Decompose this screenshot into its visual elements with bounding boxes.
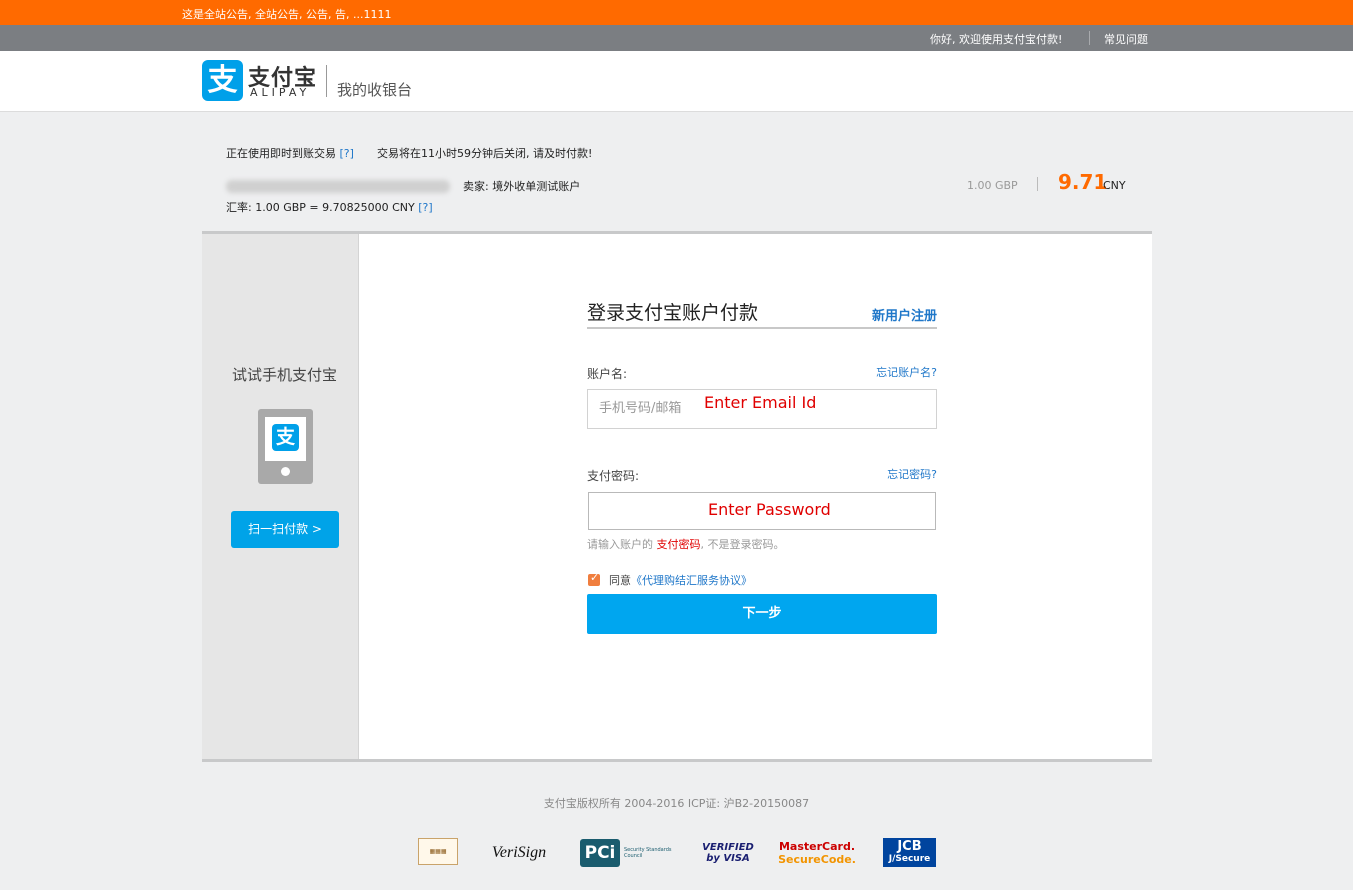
header-divider xyxy=(326,65,327,97)
mobile-pay-title: 试试手机支付宝 xyxy=(231,366,337,384)
login-form-title: 登录支付宝账户付款 xyxy=(587,302,759,324)
verisign-badge: VeriSign xyxy=(491,844,547,861)
alipay-logo-icon[interactable]: 支 xyxy=(202,60,243,101)
copyright: 支付宝版权所有 2004-2016 ICP证: 沪B2-20150087 xyxy=(543,797,810,810)
phone-screen: 支 xyxy=(265,417,306,461)
seller-name: 卖家: 境外收单测试账户 xyxy=(463,180,581,193)
forgot-account-link[interactable]: 忘记账户名? xyxy=(876,364,937,380)
certificate-badge-icon: ▦▦▦ xyxy=(418,838,458,865)
announcement-bar: 这是全站公告, 全站公告, 公告, 告, ...1111 xyxy=(0,0,1353,25)
visa-line-2: by VISA xyxy=(706,853,750,864)
amount-divider xyxy=(1037,177,1038,191)
mc-line-2: SecureCode. xyxy=(778,853,856,866)
greeting-text: 你好, 欢迎使用支付宝付款! xyxy=(930,33,1063,46)
verified-by-visa-badge: VERIFIED by VISA xyxy=(702,838,754,868)
register-link[interactable]: 新用户注册 xyxy=(872,305,937,324)
jcb-line-1: JCB xyxy=(897,838,922,854)
account-input-placeholder: 手机号码/邮箱 xyxy=(599,401,682,416)
mobile-pay-panel: 试试手机支付宝 支 扫一扫付款 > xyxy=(202,234,359,759)
page-title: 我的收银台 xyxy=(337,81,413,99)
transaction-help-link[interactable]: [?] xyxy=(340,147,354,160)
password-hint-prefix: 请输入账户的 xyxy=(587,538,657,551)
transaction-mode-text: 正在使用即时到账交易 xyxy=(226,147,336,160)
jcb-jsecure-badge: JCB J/Secure xyxy=(883,838,936,867)
title-divider xyxy=(587,327,937,329)
buyer-email-redacted xyxy=(226,180,450,193)
password-label: 支付密码: xyxy=(587,469,640,483)
payment-card: 试试手机支付宝 支 扫一扫付款 > 登录支付宝账户付款 新用户注册 账户名: 忘… xyxy=(202,231,1152,762)
agreement-link[interactable]: 《代理购结汇服务协议》 xyxy=(631,574,752,587)
password-hint-emphasis: 支付密码 xyxy=(656,538,701,551)
exchange-rate: 汇率: 1.00 GBP = 9.70825000 CNY [?] xyxy=(226,199,433,215)
amount-cny: 9.71 xyxy=(1058,170,1108,194)
top-bar: 你好, 欢迎使用支付宝付款! 常见问题 xyxy=(0,25,1353,51)
checkmark-icon: ✓ xyxy=(590,571,600,584)
phone-home-button xyxy=(281,467,290,476)
forgot-password-link[interactable]: 忘记密码? xyxy=(887,466,937,482)
phone-icon: 支 xyxy=(258,409,313,484)
rate-help-link[interactable]: [?] xyxy=(418,201,432,214)
jcb-line-2: J/Secure xyxy=(888,853,931,864)
login-form: 登录支付宝账户付款 新用户注册 账户名: 忘记账户名? 手机号码/邮箱 Ente… xyxy=(587,234,937,759)
agreement-prefix: 同意 xyxy=(609,574,631,587)
announcement-text: 这是全站公告, 全站公告, 公告, 告, ...1111 xyxy=(182,8,392,21)
pci-logo: PCi xyxy=(580,839,620,867)
mc-line-1: MasterCard. xyxy=(778,840,856,853)
amount-gbp: 1.00 GBP xyxy=(967,179,1018,192)
top-bar-divider xyxy=(1089,31,1090,45)
header: 支 支付宝 ALIPAY 我的收银台 xyxy=(0,51,1353,112)
account-label: 账户名: xyxy=(587,367,628,381)
password-hint: 请输入账户的 支付密码, 不是登录密码。 xyxy=(587,536,785,552)
faq-link[interactable]: 常见问题 xyxy=(1104,31,1148,47)
amount-currency: CNY xyxy=(1103,179,1126,192)
pci-badge: PCi Security Standards Council xyxy=(578,838,676,868)
next-step-button[interactable]: 下一步 xyxy=(587,594,937,634)
mastercard-securecode-badge: MasterCard. SecureCode. xyxy=(778,838,856,868)
order-timeout-notice: 交易将在11小时59分钟后关闭, 请及时付款! xyxy=(377,147,593,160)
account-input-annotation: Enter Email Id xyxy=(704,393,817,412)
pci-subtitle: Security Standards Council xyxy=(624,847,672,859)
exchange-rate-text: 汇率: 1.00 GBP = 9.70825000 CNY xyxy=(226,201,415,214)
agreement-text: 同意《代理购结汇服务协议》 xyxy=(609,572,752,588)
scan-to-pay-button[interactable]: 扫一扫付款 > xyxy=(231,511,339,548)
visa-line-1: VERIFIED xyxy=(702,842,754,853)
alipay-app-icon: 支 xyxy=(272,424,299,451)
password-input-annotation: Enter Password xyxy=(708,500,831,519)
agreement-checkbox[interactable]: ✓ xyxy=(588,571,600,586)
password-hint-suffix: , 不是登录密码。 xyxy=(700,538,785,551)
logo-wordmark-en[interactable]: ALIPAY xyxy=(250,86,310,99)
transaction-mode: 正在使用即时到账交易 [?] xyxy=(226,145,354,161)
